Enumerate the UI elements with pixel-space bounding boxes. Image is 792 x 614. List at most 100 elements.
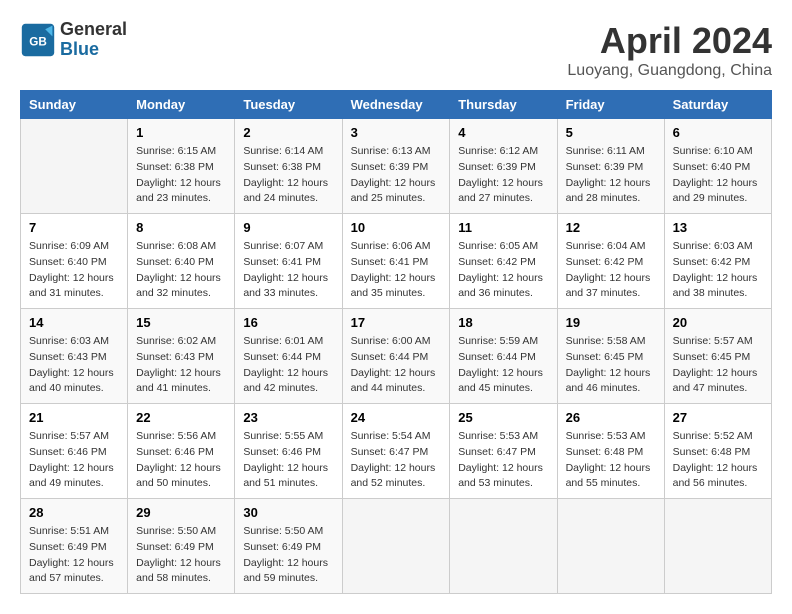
calendar-cell: 27 Sunrise: 5:52 AM Sunset: 6:48 PM Dayli… xyxy=(664,404,771,499)
day-number: 27 xyxy=(673,410,763,425)
day-detail: Sunrise: 6:00 AM Sunset: 6:44 PM Dayligh… xyxy=(351,334,442,397)
day-detail: Sunrise: 5:50 AM Sunset: 6:49 PM Dayligh… xyxy=(243,524,333,587)
day-detail: Sunrise: 5:55 AM Sunset: 6:46 PM Dayligh… xyxy=(243,429,333,492)
week-row-4: 21 Sunrise: 5:57 AM Sunset: 6:46 PM Dayli… xyxy=(21,404,772,499)
calendar-cell: 22Sunrise: 5:56 AM Sunset: 6:46 PM Dayli… xyxy=(128,404,235,499)
calendar-cell: 8 Sunrise: 6:08 AM Sunset: 6:40 PM Daylig… xyxy=(128,214,235,309)
calendar-cell xyxy=(450,499,557,594)
day-number: 9 xyxy=(243,220,333,235)
day-number: 19 xyxy=(566,315,656,330)
column-header-friday: Friday xyxy=(557,91,664,119)
calendar-cell xyxy=(21,119,128,214)
day-number: 14 xyxy=(29,315,119,330)
day-detail: Sunrise: 5:53 AM Sunset: 6:47 PM Dayligh… xyxy=(458,429,548,492)
calendar-cell: 17 Sunrise: 6:00 AM Sunset: 6:44 PM Dayli… xyxy=(342,309,450,404)
location: Luoyang, Guangdong, China xyxy=(567,62,772,80)
header-row: SundayMondayTuesdayWednesdayThursdayFrid… xyxy=(21,91,772,119)
day-detail: Sunrise: 5:59 AM Sunset: 6:44 PM Dayligh… xyxy=(458,334,548,397)
day-number: 30 xyxy=(243,505,333,520)
day-number: 18 xyxy=(458,315,548,330)
day-number: 2 xyxy=(243,125,333,140)
day-detail: Sunrise: 5:57 AM Sunset: 6:45 PM Dayligh… xyxy=(673,334,763,397)
calendar-cell: 23 Sunrise: 5:55 AM Sunset: 6:46 PM Dayli… xyxy=(235,404,342,499)
calendar-cell: 15Sunrise: 6:02 AM Sunset: 6:43 PM Dayli… xyxy=(128,309,235,404)
logo: GB General Blue xyxy=(20,20,127,60)
day-number: 16 xyxy=(243,315,333,330)
day-number: 25 xyxy=(458,410,548,425)
day-detail: Sunrise: 5:51 AM Sunset: 6:49 PM Dayligh… xyxy=(29,524,119,587)
week-row-3: 14Sunrise: 6:03 AM Sunset: 6:43 PM Dayli… xyxy=(21,309,772,404)
day-detail: Sunrise: 5:52 AM Sunset: 6:48 PM Dayligh… xyxy=(673,429,763,492)
calendar-cell: 12 Sunrise: 6:04 AM Sunset: 6:42 PM Dayli… xyxy=(557,214,664,309)
column-header-wednesday: Wednesday xyxy=(342,91,450,119)
calendar-cell: 4 Sunrise: 6:12 AM Sunset: 6:39 PM Daylig… xyxy=(450,119,557,214)
day-detail: Sunrise: 6:01 AM Sunset: 6:44 PM Dayligh… xyxy=(243,334,333,397)
calendar-cell: 1Sunrise: 6:15 AM Sunset: 6:38 PM Daylig… xyxy=(128,119,235,214)
day-number: 3 xyxy=(351,125,442,140)
svg-text:GB: GB xyxy=(29,35,47,48)
day-number: 8 xyxy=(136,220,226,235)
calendar-cell: 20Sunrise: 5:57 AM Sunset: 6:45 PM Dayli… xyxy=(664,309,771,404)
calendar-cell xyxy=(664,499,771,594)
calendar-table: SundayMondayTuesdayWednesdayThursdayFrid… xyxy=(20,90,772,594)
calendar-header: SundayMondayTuesdayWednesdayThursdayFrid… xyxy=(21,91,772,119)
day-detail: Sunrise: 6:03 AM Sunset: 6:42 PM Dayligh… xyxy=(673,239,763,302)
day-number: 1 xyxy=(136,125,226,140)
column-header-saturday: Saturday xyxy=(664,91,771,119)
day-number: 5 xyxy=(566,125,656,140)
title-block: April 2024 Luoyang, Guangdong, China xyxy=(567,20,772,80)
day-detail: Sunrise: 5:57 AM Sunset: 6:46 PM Dayligh… xyxy=(29,429,119,492)
day-detail: Sunrise: 6:05 AM Sunset: 6:42 PM Dayligh… xyxy=(458,239,548,302)
day-number: 23 xyxy=(243,410,333,425)
calendar-cell: 11 Sunrise: 6:05 AM Sunset: 6:42 PM Dayli… xyxy=(450,214,557,309)
day-detail: Sunrise: 6:10 AM Sunset: 6:40 PM Dayligh… xyxy=(673,144,763,207)
day-number: 24 xyxy=(351,410,442,425)
day-number: 12 xyxy=(566,220,656,235)
day-detail: Sunrise: 5:58 AM Sunset: 6:45 PM Dayligh… xyxy=(566,334,656,397)
logo-text-line1: General xyxy=(60,20,127,40)
week-row-1: 1Sunrise: 6:15 AM Sunset: 6:38 PM Daylig… xyxy=(21,119,772,214)
day-detail: Sunrise: 5:53 AM Sunset: 6:48 PM Dayligh… xyxy=(566,429,656,492)
day-number: 6 xyxy=(673,125,763,140)
calendar-cell: 25 Sunrise: 5:53 AM Sunset: 6:47 PM Dayli… xyxy=(450,404,557,499)
calendar-cell xyxy=(342,499,450,594)
calendar-cell: 3 Sunrise: 6:13 AM Sunset: 6:39 PM Daylig… xyxy=(342,119,450,214)
day-detail: Sunrise: 6:02 AM Sunset: 6:43 PM Dayligh… xyxy=(136,334,226,397)
calendar-cell: 14Sunrise: 6:03 AM Sunset: 6:43 PM Dayli… xyxy=(21,309,128,404)
calendar-cell: 21 Sunrise: 5:57 AM Sunset: 6:46 PM Dayli… xyxy=(21,404,128,499)
day-detail: Sunrise: 6:09 AM Sunset: 6:40 PM Dayligh… xyxy=(29,239,119,302)
day-detail: Sunrise: 6:13 AM Sunset: 6:39 PM Dayligh… xyxy=(351,144,442,207)
calendar-cell: 26 Sunrise: 5:53 AM Sunset: 6:48 PM Dayli… xyxy=(557,404,664,499)
day-detail: Sunrise: 6:12 AM Sunset: 6:39 PM Dayligh… xyxy=(458,144,548,207)
calendar-cell: 10Sunrise: 6:06 AM Sunset: 6:41 PM Dayli… xyxy=(342,214,450,309)
calendar-cell: 28 Sunrise: 5:51 AM Sunset: 6:49 PM Dayli… xyxy=(21,499,128,594)
day-detail: Sunrise: 6:07 AM Sunset: 6:41 PM Dayligh… xyxy=(243,239,333,302)
day-detail: Sunrise: 6:08 AM Sunset: 6:40 PM Dayligh… xyxy=(136,239,226,302)
day-number: 10 xyxy=(351,220,442,235)
calendar-cell: 18 Sunrise: 5:59 AM Sunset: 6:44 PM Dayli… xyxy=(450,309,557,404)
day-number: 4 xyxy=(458,125,548,140)
calendar-cell: 29Sunrise: 5:50 AM Sunset: 6:49 PM Dayli… xyxy=(128,499,235,594)
day-number: 7 xyxy=(29,220,119,235)
day-number: 28 xyxy=(29,505,119,520)
calendar-cell: 5 Sunrise: 6:11 AM Sunset: 6:39 PM Daylig… xyxy=(557,119,664,214)
day-number: 26 xyxy=(566,410,656,425)
logo-text-line2: Blue xyxy=(60,40,127,60)
column-header-thursday: Thursday xyxy=(450,91,557,119)
month-title: April 2024 xyxy=(567,20,772,62)
day-number: 17 xyxy=(351,315,442,330)
column-header-sunday: Sunday xyxy=(21,91,128,119)
calendar-cell: 2Sunrise: 6:14 AM Sunset: 6:38 PM Daylig… xyxy=(235,119,342,214)
day-detail: Sunrise: 6:04 AM Sunset: 6:42 PM Dayligh… xyxy=(566,239,656,302)
calendar-cell: 30 Sunrise: 5:50 AM Sunset: 6:49 PM Dayli… xyxy=(235,499,342,594)
calendar-cell: 19 Sunrise: 5:58 AM Sunset: 6:45 PM Dayli… xyxy=(557,309,664,404)
day-number: 21 xyxy=(29,410,119,425)
logo-icon: GB xyxy=(20,22,56,58)
day-number: 29 xyxy=(136,505,226,520)
day-detail: Sunrise: 5:54 AM Sunset: 6:47 PM Dayligh… xyxy=(351,429,442,492)
day-number: 11 xyxy=(458,220,548,235)
day-number: 13 xyxy=(673,220,763,235)
week-row-5: 28 Sunrise: 5:51 AM Sunset: 6:49 PM Dayli… xyxy=(21,499,772,594)
day-detail: Sunrise: 6:11 AM Sunset: 6:39 PM Dayligh… xyxy=(566,144,656,207)
column-header-tuesday: Tuesday xyxy=(235,91,342,119)
